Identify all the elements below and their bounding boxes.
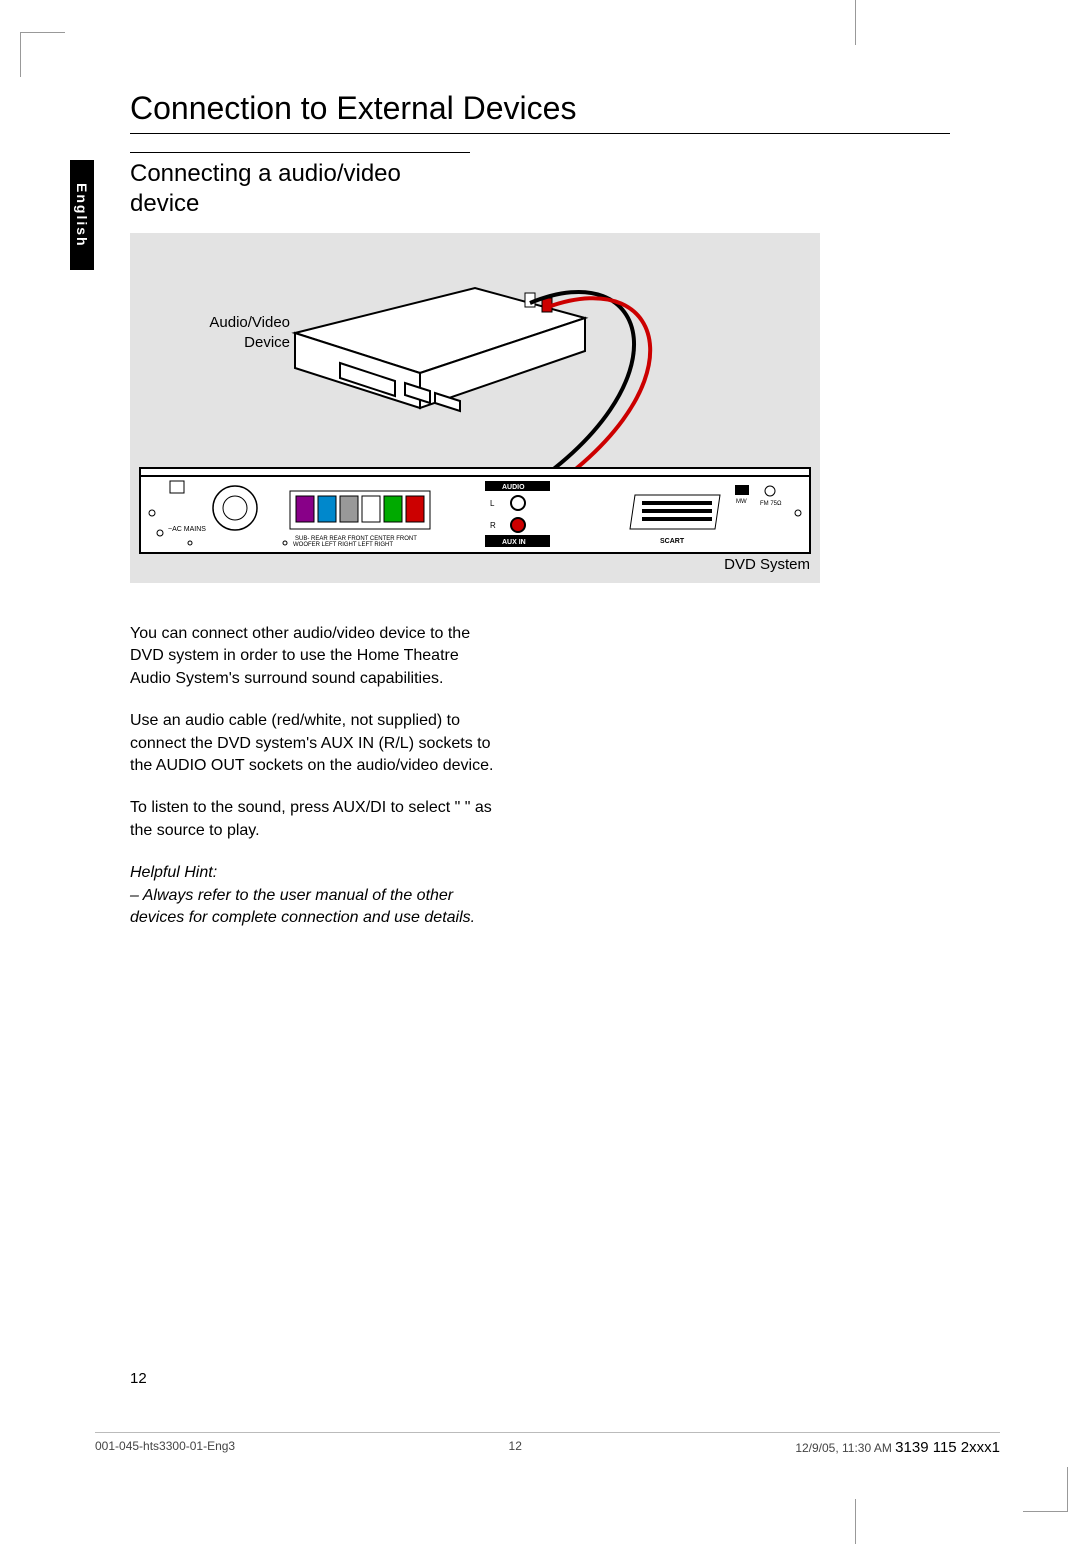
diagram-svg: ~AC MAINS SUB- REAR REAR FRONT CENTER FR…	[130, 233, 820, 583]
r-label: R	[490, 521, 496, 530]
connection-diagram: Audio/Video Device DVD System	[130, 233, 820, 583]
scart-label: SCART	[660, 538, 685, 545]
section-rule: Connecting a audio/video device	[130, 152, 470, 219]
paragraph-1: You can connect other audio/video device…	[130, 623, 500, 690]
aux-in-label: AUX IN	[502, 539, 526, 546]
footer-timestamp: 12/9/05, 11:30 AM	[795, 1441, 892, 1455]
section-heading: Connecting a audio/video device	[130, 159, 470, 219]
hint-label: Helpful Hint:	[130, 864, 217, 881]
crop-mark-br	[1023, 1467, 1068, 1512]
footer-filename: 001-045-hts3300-01-Eng3	[95, 1439, 235, 1456]
mw-label: MW	[736, 499, 747, 505]
paragraph-3: To listen to the sound, press AUX/DI to …	[130, 797, 500, 842]
page-title: Connection to External Devices	[130, 90, 950, 134]
language-tab: English	[70, 160, 94, 270]
page-number: 12	[130, 1370, 147, 1387]
crop-tick-bottom	[855, 1499, 856, 1544]
footer-page: 12	[509, 1439, 522, 1456]
footer: 001-045-hts3300-01-Eng3 12 12/9/05, 11:3…	[95, 1432, 1000, 1456]
audio-label: AUDIO	[502, 484, 525, 491]
fm-label: FM 75Ω	[760, 501, 782, 507]
helpful-hint: Helpful Hint: – Always refer to the user…	[130, 862, 500, 929]
footer-right: 12/9/05, 11:30 AM 3139 115 2xxx1	[795, 1439, 1000, 1456]
l-label: L	[490, 499, 495, 508]
svg-text:WOOFER LEFT RIGHT LEFT: WOOFER LEFT RIGHT LEFT RIGHT	[293, 542, 393, 548]
crop-tick-top	[855, 0, 856, 45]
hint-text: – Always refer to the user manual of the…	[130, 887, 475, 926]
ac-mains-label: ~AC MAINS	[168, 526, 206, 533]
crop-mark-tl	[20, 32, 65, 77]
paragraph-2: Use an audio cable (red/white, not suppl…	[130, 710, 500, 777]
footer-partnumber: 3139 115 2xxx1	[895, 1439, 1000, 1456]
page-content: Connection to External Devices Connectin…	[130, 90, 950, 949]
body-text: You can connect other audio/video device…	[130, 623, 500, 929]
